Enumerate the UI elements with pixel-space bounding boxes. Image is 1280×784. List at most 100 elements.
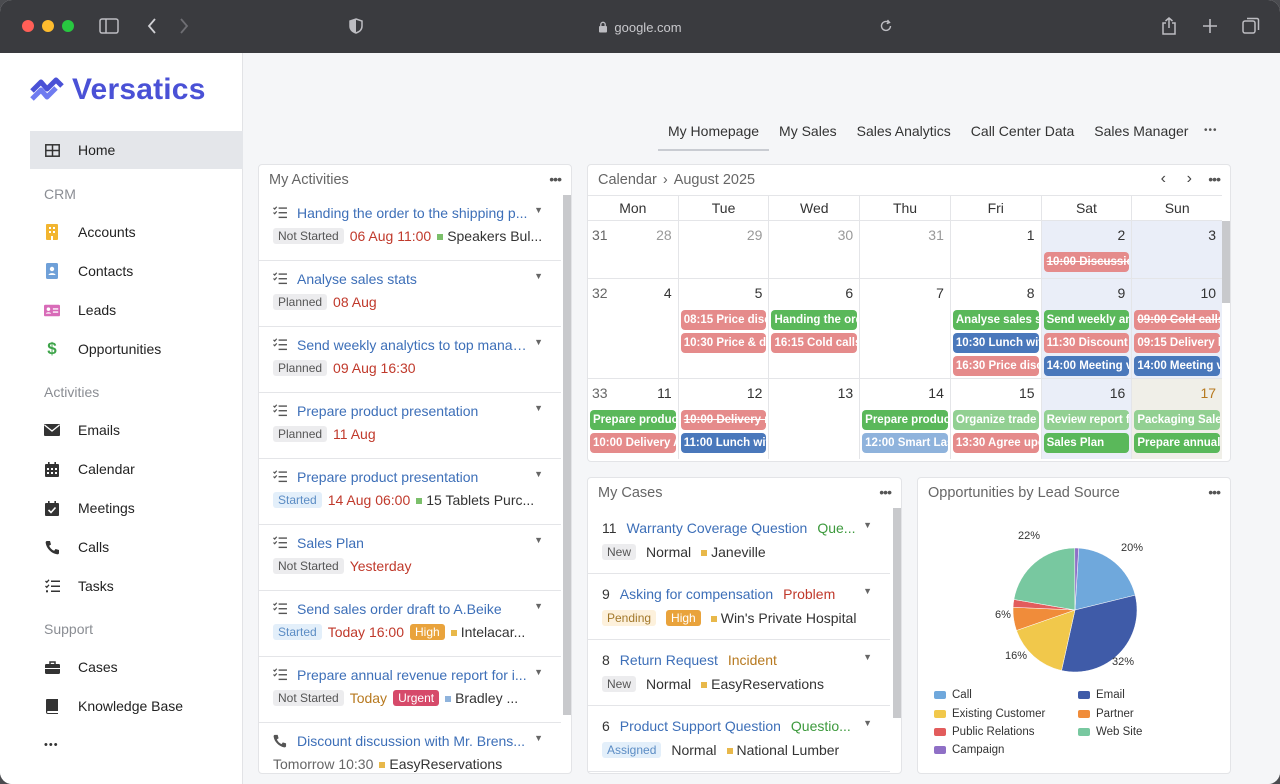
activity-item[interactable]: Analyse sales stats ▼ Planned 08 Aug bbox=[259, 261, 561, 327]
tab-call-center-data[interactable]: Call Center Data bbox=[961, 123, 1085, 151]
sidebar-toggle-icon[interactable] bbox=[97, 14, 121, 38]
calendar-day[interactable]: 14 Prepare product 12:00 Smart Las bbox=[859, 379, 950, 459]
activity-item[interactable]: Send weekly analytics to top manag... ▼ … bbox=[259, 327, 561, 393]
activity-item[interactable]: Send sales order draft to A.Beike ▼ Star… bbox=[259, 591, 561, 657]
calendar-event[interactable]: Analyse sales st bbox=[952, 310, 1039, 330]
calendar-day[interactable]: 31 bbox=[859, 221, 950, 278]
tab-my-homepage[interactable]: My Homepage bbox=[658, 123, 770, 151]
calendar-event[interactable]: 11:00 Lunch wit bbox=[680, 433, 767, 453]
forward-icon[interactable] bbox=[172, 14, 196, 38]
calendar-event[interactable]: Packaging Sales bbox=[1134, 410, 1221, 430]
reload-icon[interactable] bbox=[874, 14, 898, 38]
calendar-title[interactable]: Calendar bbox=[598, 172, 657, 188]
calendar-day[interactable]: 9 Send weekly an 11:30 Discount r 14:00 … bbox=[1040, 279, 1132, 378]
chevron-down-icon[interactable]: ▼ bbox=[534, 667, 543, 677]
case-item[interactable]: 8 Return Request Incident ▼ New Normal EasyR… bbox=[588, 640, 890, 706]
sidebar-item-contacts[interactable]: Contacts bbox=[30, 252, 243, 290]
calendar-event[interactable]: Handing the ord bbox=[771, 310, 858, 330]
calendar-day[interactable]: 7 bbox=[859, 279, 950, 378]
calendar-event[interactable]: 16:30 Price disc bbox=[952, 356, 1039, 376]
tab-overview-icon[interactable] bbox=[1239, 14, 1263, 38]
activities-more-icon[interactable]: ••• bbox=[549, 171, 562, 187]
chevron-down-icon[interactable]: ▼ bbox=[534, 403, 543, 413]
activities-scrollbar[interactable] bbox=[563, 195, 571, 715]
legend-item-public-relations[interactable]: Public Relations bbox=[934, 726, 1034, 738]
calendar-day[interactable]: 15 Organize trade s 13:30 Agree upc bbox=[949, 379, 1041, 459]
activity-related[interactable]: 15 Tablets Purc... bbox=[416, 492, 534, 508]
calendar-event[interactable]: 14:00 Meeting v bbox=[1134, 356, 1221, 376]
sidebar-item-tasks[interactable]: Tasks bbox=[30, 567, 243, 605]
activity-title[interactable]: Prepare product presentation bbox=[297, 469, 532, 485]
calendar-event[interactable]: 12:00 Smart Las bbox=[862, 433, 948, 453]
calendar-next-icon[interactable]: › bbox=[1187, 170, 1192, 188]
activity-item[interactable]: Sales Plan ▼ Not Started Yesterday bbox=[259, 525, 561, 591]
chevron-down-icon[interactable]: ▼ bbox=[863, 520, 872, 530]
sidebar-more-button[interactable]: ••• bbox=[44, 739, 59, 751]
case-title[interactable]: Product Support Question bbox=[620, 718, 781, 734]
calendar-day[interactable]: 29 bbox=[677, 221, 769, 278]
sidebar-item-emails[interactable]: Emails bbox=[30, 411, 243, 449]
activity-title[interactable]: Prepare annual revenue report for i... bbox=[297, 667, 532, 683]
legend-item-campaign[interactable]: Campaign bbox=[934, 744, 1004, 756]
calendar-event[interactable]: 09:00 Cold calls bbox=[1134, 310, 1221, 330]
case-title[interactable]: Return Request bbox=[620, 652, 718, 668]
activity-related[interactable]: EasyReservations bbox=[379, 756, 502, 772]
calendar-day[interactable]: 33 11 Prepare product 10:00 Delivery A bbox=[588, 379, 678, 459]
calendar-event[interactable]: Review report fo bbox=[1043, 410, 1130, 430]
legend-item-call[interactable]: Call bbox=[934, 689, 972, 701]
new-tab-icon[interactable] bbox=[1198, 14, 1222, 38]
tab-sales-analytics[interactable]: Sales Analytics bbox=[847, 123, 961, 151]
chevron-down-icon[interactable]: ▼ bbox=[534, 733, 543, 743]
case-item[interactable]: 6 Product Support Question Questio... ▼ As… bbox=[588, 706, 890, 772]
legend-item-existing-customer[interactable]: Existing Customer bbox=[934, 708, 1045, 720]
cases-more-icon[interactable]: ••• bbox=[879, 484, 892, 500]
calendar-day[interactable]: 12 10:00 Delivery r 11:00 Lunch wit bbox=[677, 379, 769, 459]
calendar-scrollbar[interactable] bbox=[1222, 221, 1230, 303]
calendar-prev-icon[interactable]: ‹ bbox=[1161, 170, 1166, 188]
activity-title[interactable]: Discount discussion with Mr. Brens... bbox=[297, 733, 532, 749]
calendar-more-icon[interactable]: ••• bbox=[1208, 171, 1221, 187]
sidebar-item-cases[interactable]: Cases bbox=[30, 648, 243, 686]
chevron-down-icon[interactable]: ▼ bbox=[534, 271, 543, 281]
address-bar[interactable]: google.com bbox=[560, 17, 720, 37]
calendar-event[interactable]: 10:00 Delivery r bbox=[680, 410, 767, 430]
sidebar-item-home[interactable]: Home bbox=[30, 131, 243, 169]
calendar-day-today[interactable]: 17 Packaging Sales Prepare annual bbox=[1131, 379, 1223, 459]
chevron-down-icon[interactable]: ▼ bbox=[534, 469, 543, 479]
calendar-day[interactable]: 5 08:15 Price disc 10:30 Price & de bbox=[677, 279, 769, 378]
calendar-event[interactable]: 10:30 Lunch wit bbox=[952, 333, 1039, 353]
activity-title[interactable]: Send sales order draft to A.Beike bbox=[297, 601, 532, 617]
case-account[interactable]: EasyReservations bbox=[701, 676, 824, 692]
legend-item-partner[interactable]: Partner bbox=[1078, 708, 1134, 720]
activity-title[interactable]: Handing the order to the shipping p... bbox=[297, 205, 532, 221]
activity-item[interactable]: Prepare product presentation ▼ Started 1… bbox=[259, 459, 561, 525]
activity-item[interactable]: Prepare product presentation ▼ Planned 1… bbox=[259, 393, 561, 459]
opportunities-more-icon[interactable]: ••• bbox=[1208, 484, 1221, 500]
activity-title[interactable]: Send weekly analytics to top manag... bbox=[297, 337, 532, 353]
pie-slice-web-site[interactable] bbox=[1013, 547, 1076, 611]
sidebar-item-knowledge-base[interactable]: Knowledge Base bbox=[30, 687, 243, 725]
calendar-event[interactable]: 10:00 Delivery A bbox=[590, 433, 676, 453]
chevron-down-icon[interactable]: ▼ bbox=[534, 205, 543, 215]
calendar-event[interactable]: Sales Plan bbox=[1043, 433, 1130, 453]
tab-my-sales[interactable]: My Sales bbox=[769, 123, 847, 151]
calendar-day[interactable]: 31 28 bbox=[588, 221, 678, 278]
calendar-event[interactable]: 10:00 Discussio bbox=[1043, 252, 1130, 272]
case-item[interactable]: 11 Warranty Coverage Question Que... ▼ New… bbox=[588, 508, 890, 574]
calendar-day[interactable]: 13 bbox=[768, 379, 859, 459]
sidebar-item-accounts[interactable]: Accounts bbox=[30, 213, 243, 251]
sidebar-item-calls[interactable]: Calls bbox=[30, 528, 243, 566]
calendar-event[interactable]: 13:30 Agree upc bbox=[952, 433, 1039, 453]
calendar-day[interactable]: 2 10:00 Discussio bbox=[1040, 221, 1132, 278]
activity-related[interactable]: Bradley ... bbox=[445, 690, 518, 706]
calendar-event[interactable]: Prepare annual bbox=[1134, 433, 1221, 453]
case-title[interactable]: Warranty Coverage Question bbox=[627, 520, 808, 536]
sidebar-item-meetings[interactable]: Meetings bbox=[30, 489, 243, 527]
chevron-down-icon[interactable]: ▼ bbox=[863, 652, 872, 662]
calendar-day[interactable]: 16 Review report fo Sales Plan bbox=[1040, 379, 1132, 459]
legend-item-email[interactable]: Email bbox=[1078, 689, 1125, 701]
calendar-event[interactable]: 10:30 Price & de bbox=[680, 333, 767, 353]
calendar-day[interactable]: 3 bbox=[1131, 221, 1223, 278]
activity-related[interactable]: Speakers Bul... bbox=[437, 228, 542, 244]
case-account[interactable]: Janeville bbox=[701, 544, 766, 560]
